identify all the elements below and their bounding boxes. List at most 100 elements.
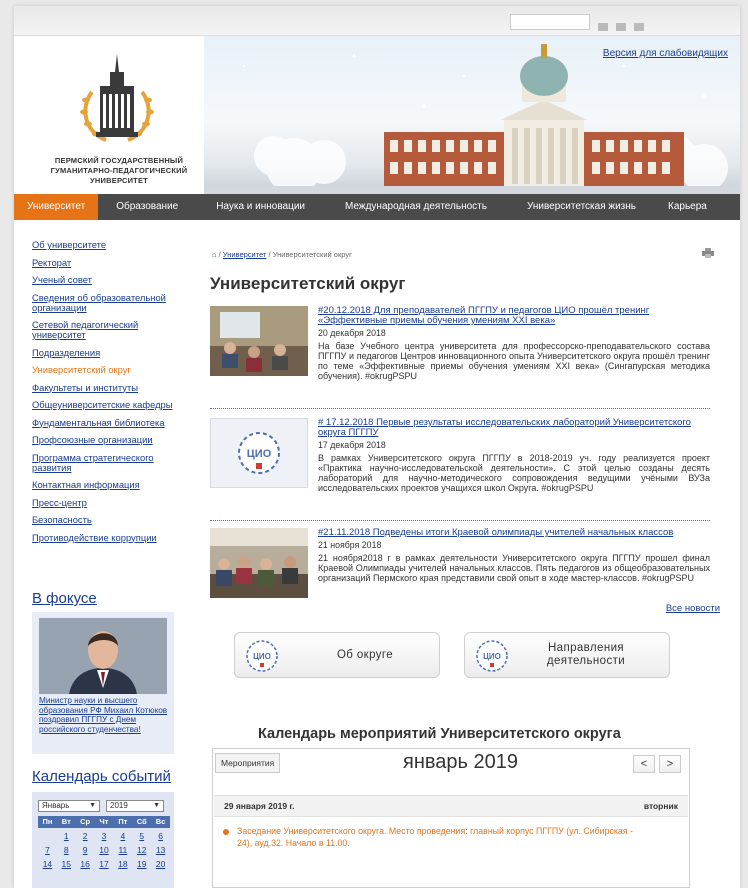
olympiad-photo xyxy=(210,528,308,598)
nav-item-education[interactable]: Образование xyxy=(98,194,196,220)
print-icon[interactable] xyxy=(702,248,714,258)
event-item-link[interactable]: Заседание Университетского округа. Место… xyxy=(237,825,647,849)
weekday-label: Чт xyxy=(99,817,109,826)
focus-card[interactable]: Министр науки и высшего образования РФ М… xyxy=(32,612,174,754)
nav-item-university[interactable]: Университет xyxy=(14,194,99,220)
calendar-day[interactable] xyxy=(38,830,57,842)
sidebar-item-about[interactable]: Об университете xyxy=(32,240,180,250)
sidebar-item-academic-council[interactable]: Ученый совет xyxy=(32,275,180,285)
sidebar-item-faculties[interactable]: Факультеты и институты xyxy=(32,382,180,393)
university-logo[interactable] xyxy=(72,52,162,148)
social-icon[interactable] xyxy=(616,23,626,31)
header-banner: Версия для слабовидящих xyxy=(204,36,740,194)
breadcrumb-link[interactable]: Университет xyxy=(223,250,267,259)
year-select[interactable]: 2019 ▼ xyxy=(106,800,164,812)
directions-button[interactable]: ЦИО Направления деятельности xyxy=(464,632,670,678)
chevron-down-icon: ▼ xyxy=(153,802,160,809)
calendar-week: 1 2 3 4 5 6 xyxy=(38,830,170,842)
sidebar-item-network-university[interactable]: Сетевой педагогический университет xyxy=(32,320,180,340)
university-name-line: УНИВЕРСИТЕТ xyxy=(90,176,148,185)
calendar-day[interactable]: 7 xyxy=(38,844,57,856)
about-district-label: Об округе xyxy=(336,649,394,661)
home-icon[interactable]: ⌂ xyxy=(212,250,217,259)
calendar-day[interactable]: 3 xyxy=(95,830,114,842)
university-name-line: ПЕРМСКИЙ ГОСУДАРСТВЕННЫЙ xyxy=(54,156,184,165)
calendar-day[interactable]: 20 xyxy=(151,858,170,870)
portrait-image xyxy=(39,618,167,694)
calendar-day[interactable]: 16 xyxy=(76,858,95,870)
news-date: 17 декабря 2018 xyxy=(318,440,386,450)
calendar-day[interactable]: 14 xyxy=(38,858,57,870)
calendar-day[interactable]: 8 xyxy=(57,844,76,856)
next-month-button[interactable]: > xyxy=(659,755,681,773)
calendar-day[interactable]: 18 xyxy=(113,858,132,870)
all-news-link[interactable]: Все новости xyxy=(666,603,720,614)
event-weekday: вторник xyxy=(643,801,678,811)
accessibility-version-link[interactable]: Версия для слабовидящих xyxy=(603,48,728,59)
sidebar-item-university-district[interactable]: Университетский округ xyxy=(32,365,180,375)
prev-month-button[interactable]: < xyxy=(633,755,655,773)
weekday-label: Ср xyxy=(80,817,91,826)
calendar-day[interactable]: 13 xyxy=(151,844,170,856)
calendar-day[interactable]: 10 xyxy=(95,844,114,856)
sidebar-item-press[interactable]: Пресс-центр xyxy=(32,497,180,508)
social-icon[interactable] xyxy=(634,23,644,31)
university-name: ПЕРМСКИЙ ГОСУДАРСТВЕННЫЙ ГУМАНИТАРНО-ПЕД… xyxy=(34,156,204,186)
svg-text:ЦИО: ЦИО xyxy=(247,448,272,460)
calendar-day[interactable]: 19 xyxy=(132,858,151,870)
news-date: 20 декабря 2018 xyxy=(318,328,386,338)
month-select[interactable]: Январь ▼ xyxy=(38,800,100,812)
sidebar-item-library[interactable]: Фундаментальная библиотека xyxy=(32,417,180,428)
nav-item-international[interactable]: Международная деятельность xyxy=(325,194,507,220)
sidebar-item-security[interactable]: Безопасность xyxy=(32,515,180,525)
calendar-day[interactable]: 11 xyxy=(113,844,132,856)
calendar-day[interactable]: 2 xyxy=(76,830,95,842)
news-text: На базе Учебного центра университета для… xyxy=(318,341,710,381)
nav-item-student-life[interactable]: Университетская жизнь xyxy=(507,194,656,220)
calendar-day[interactable]: 9 xyxy=(76,844,95,856)
news-photo[interactable] xyxy=(210,306,308,376)
calendar-day[interactable]: 15 xyxy=(57,858,76,870)
sidebar-item-strategy[interactable]: Программа стратегического развития xyxy=(32,452,180,473)
cio-badge-icon: ЦИО xyxy=(476,640,508,672)
events-tab[interactable]: Мероприятия xyxy=(215,753,281,773)
news-body: #20.12.2018 Для преподавателей ПГГПУ и п… xyxy=(318,306,710,382)
news-photo[interactable]: ЦИО xyxy=(210,418,308,488)
social-icon[interactable] xyxy=(598,23,608,31)
news-date: 21 ноября 2018 xyxy=(318,540,382,550)
chevron-down-icon: ▼ xyxy=(89,802,96,809)
news-body: #21.11.2018 Подведены итоги Краевой олим… xyxy=(318,528,710,584)
sidebar-item-rectorate[interactable]: Ректорат xyxy=(32,257,180,268)
top-icons xyxy=(598,18,688,31)
focus-photo[interactable] xyxy=(39,618,167,694)
page-title: Университетский округ xyxy=(210,274,406,293)
calendar-day[interactable]: 1 xyxy=(57,830,76,842)
cio-badge-text: ЦИО xyxy=(483,652,501,661)
about-district-button[interactable]: ЦИО Об округе xyxy=(234,632,440,678)
calendar-day[interactable]: 6 xyxy=(151,830,170,842)
calendar-day[interactable]: 12 xyxy=(132,844,151,856)
top-search-input[interactable] xyxy=(510,14,590,30)
calendar-day[interactable]: 17 xyxy=(95,858,114,870)
focus-heading[interactable]: В фокусе xyxy=(32,590,97,607)
nav-item-career[interactable]: Карьера xyxy=(656,194,719,220)
news-photo[interactable] xyxy=(210,528,308,598)
divider xyxy=(210,408,710,409)
events-month-title: январь 2019 xyxy=(403,751,518,773)
news-title-link[interactable]: # 17.12.2018 Первые результаты исследова… xyxy=(318,418,710,438)
sidebar-item-contacts[interactable]: Контактная информация xyxy=(32,480,180,490)
news-item: #21.11.2018 Подведены итоги Краевой олим… xyxy=(210,528,710,604)
sidebar-item-departments[interactable]: Подразделения xyxy=(32,347,180,358)
news-title-link[interactable]: #21.11.2018 Подведены итоги Краевой олим… xyxy=(318,528,710,538)
calendar-day[interactable]: 4 xyxy=(113,830,132,842)
news-text: 21 ноября2018 г в рамках деятельности Ун… xyxy=(318,553,710,583)
news-title-link[interactable]: #20.12.2018 Для преподавателей ПГГПУ и п… xyxy=(318,306,710,326)
sidebar-item-org-info[interactable]: Сведения об образовательной организации xyxy=(32,292,180,313)
sidebar-item-anticorruption[interactable]: Противодействие коррупции xyxy=(32,532,180,543)
sidebar-item-unions[interactable]: Профсоюзные организации xyxy=(32,435,180,445)
university-name-line: ГУМАНИТАРНО-ПЕДАГОГИЧЕСКИЙ xyxy=(50,166,188,175)
nav-item-science[interactable]: Наука и инновации xyxy=(196,194,325,220)
sidebar-item-chairs[interactable]: Общеуниверситетские кафедры xyxy=(32,400,180,410)
focus-caption[interactable]: Министр науки и высшего образования РФ М… xyxy=(39,696,169,734)
calendar-day[interactable]: 5 xyxy=(132,830,151,842)
